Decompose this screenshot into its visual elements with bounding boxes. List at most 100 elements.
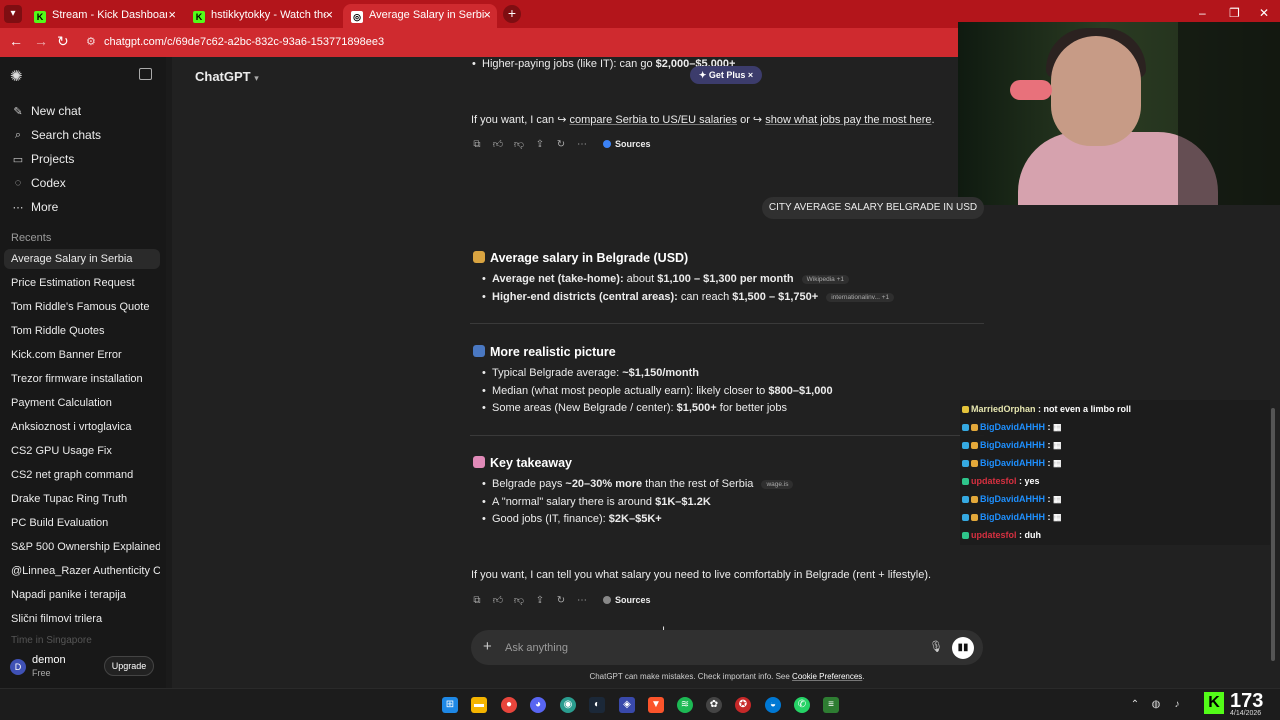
sources-button[interactable]: Sources — [603, 139, 651, 149]
close-tab-icon[interactable]: × — [168, 4, 176, 26]
app-icon[interactable]: ✿ — [706, 697, 722, 713]
chat-item[interactable]: Drake Tupac Ring Truth — [4, 489, 160, 509]
volume-icon[interactable]: ♪ — [1169, 697, 1185, 713]
citation-chip[interactable]: internationalinv... +1 — [826, 293, 895, 302]
chat-item[interactable]: Average Salary in Serbia — [4, 249, 160, 269]
copy-icon[interactable]: ⧉ — [471, 595, 483, 606]
restore-icon[interactable]: ❐ — [1229, 6, 1240, 20]
voice-mode-button[interactable]: ▮▮ — [952, 637, 974, 659]
notes-icon[interactable]: ≡ — [823, 697, 839, 713]
reload-icon[interactable]: ↻ — [57, 33, 69, 50]
get-plus-button[interactable]: ✦ Get Plus × — [690, 66, 762, 84]
upgrade-button[interactable]: Upgrade — [104, 656, 154, 676]
list-item: Belgrade pays ~20–30% more than the rest… — [482, 478, 794, 490]
user-name: demon — [32, 654, 66, 666]
sidebar: ✺ ✎ New chat ⌕ Search chats ▭ Projects ◌ Cod… — [0, 57, 166, 688]
sidebar-toggle-icon[interactable] — [139, 68, 152, 80]
tab-kick-dashboard[interactable]: K Stream - Kick Dashboard × — [26, 4, 182, 28]
chat-item[interactable]: CS2 net graph command — [4, 465, 160, 485]
microphone-icon[interactable]: 🎙︎ — [929, 640, 943, 653]
suggestion-link[interactable]: compare Serbia to US/EU salaries — [570, 114, 738, 126]
sources-button[interactable]: Sources — [603, 595, 651, 605]
arrow-icon: ↪ — [752, 114, 766, 126]
spotify-icon[interactable]: ≋ — [677, 697, 693, 713]
file-explorer-icon[interactable]: ▬ — [471, 697, 487, 713]
share-icon[interactable]: ⇪ — [534, 139, 546, 150]
sidebar-item-codex[interactable]: ◌ Codex — [12, 176, 66, 190]
url-field[interactable]: ⚙ chatgpt.com/c/69de7c62-a2bc-832c-93a6-1… — [86, 32, 956, 52]
sidebar-item-search-chats[interactable]: ⌕ Search chats — [12, 128, 101, 142]
chat-item[interactable]: Napadi panike i terapija — [4, 585, 160, 605]
chat-item[interactable]: Anksioznost i vrtoglavica — [4, 417, 160, 437]
chrome-icon[interactable]: ● — [501, 697, 517, 713]
chat-message: BigDavidAHHH : ▦ — [962, 458, 1062, 469]
thumbs-up-icon[interactable]: 👍︎ — [492, 594, 504, 606]
badge-icon — [962, 496, 969, 503]
main-scrollbar[interactable] — [1271, 408, 1275, 661]
cookie-preferences-link[interactable]: Cookie Preferences — [792, 672, 862, 681]
site-info-icon[interactable]: ⚙ — [86, 32, 98, 52]
brave-icon[interactable]: ▼ — [648, 697, 664, 713]
close-tab-icon[interactable]: × — [483, 4, 491, 26]
citation-chip[interactable]: wage.is — [761, 480, 794, 489]
minimize-icon[interactable]: – — [1199, 6, 1206, 20]
new-tab-button[interactable]: + — [503, 5, 521, 23]
chat-item[interactable]: Trezor firmware installation — [4, 369, 160, 389]
tab-kick-vod[interactable]: Khstikkytokky - Watch the VOD &× — [185, 4, 339, 28]
regenerate-icon[interactable]: ↻ — [555, 139, 567, 150]
chat-item[interactable]: Price Estimation Request — [4, 273, 160, 293]
forward-icon[interactable]: → — [34, 33, 48, 49]
citation-chip[interactable]: Wikipedia +1 — [801, 275, 850, 284]
steam-icon[interactable]: ◐ — [589, 697, 605, 713]
prompt-input[interactable] — [505, 640, 905, 655]
chat-item[interactable]: Kick.com Banner Error — [4, 345, 160, 365]
app-icon[interactable]: ◉ — [560, 697, 576, 713]
chevron-up-icon[interactable]: ⌃ — [1127, 697, 1143, 713]
app-icon[interactable]: ✪ — [735, 697, 751, 713]
windows-start-icon[interactable]: ⊞ — [442, 697, 458, 713]
share-icon[interactable]: ⇪ — [534, 595, 546, 606]
user-menu[interactable]: D demon Free Upgrade — [0, 652, 166, 688]
chat-item[interactable]: Tom Riddle's Famous Quote — [4, 297, 160, 317]
more-icon[interactable]: ⋯ — [576, 595, 588, 606]
sidebar-scrollbar[interactable] — [166, 57, 172, 688]
back-icon[interactable]: ← — [9, 33, 23, 49]
source-favicon-icon — [603, 596, 611, 604]
chat-item[interactable]: Payment Calculation — [4, 393, 160, 413]
chat-item[interactable]: Time in Singapore — [4, 635, 92, 646]
close-window-icon[interactable]: ✕ — [1259, 6, 1269, 20]
chat-item[interactable]: Slični filmovi trilera — [4, 609, 160, 629]
app-icon[interactable]: ◈ — [619, 697, 635, 713]
followup-text: If you want, I can tell you what salary … — [471, 569, 932, 581]
more-icon[interactable]: ⋯ — [576, 139, 588, 150]
suggestion-link[interactable]: show what jobs pay the most here — [765, 114, 931, 126]
chat-item[interactable]: CS2 GPU Usage Fix — [4, 441, 160, 461]
chat-item[interactable]: PC Build Evaluation — [4, 513, 160, 533]
emote-icon: ▦ — [1053, 494, 1062, 504]
model-selector[interactable]: ChatGPT ▾ — [195, 69, 259, 84]
tab-chatgpt[interactable]: ◎ Average Salary in Serbia × — [343, 4, 497, 28]
chat-item[interactable]: Tom Riddle Quotes — [4, 321, 160, 341]
address-bar: ← → ↻ ⚙ chatgpt.com/c/69de7c62-a2bc-832c-… — [0, 28, 960, 57]
kick-viewer-widget: K 173 4/14/2026 — [1200, 690, 1280, 720]
brain-icon — [473, 456, 485, 468]
discord-icon[interactable]: ◕ — [530, 697, 546, 713]
whatsapp-icon[interactable]: ✆ — [794, 697, 810, 713]
plus-icon[interactable]: + — [483, 638, 492, 655]
copy-icon[interactable]: ⧉ — [471, 139, 483, 150]
regenerate-icon[interactable]: ↻ — [555, 595, 567, 606]
tab-search-button[interactable]: ▾ — [4, 5, 22, 23]
thumbs-down-icon[interactable]: 👎︎ — [513, 138, 525, 150]
chat-message: updatesfol : yes — [962, 476, 1040, 486]
thumbs-down-icon[interactable]: 👎︎ — [513, 594, 525, 606]
chat-item[interactable]: S&P 500 Ownership Explained — [4, 537, 160, 557]
edge-icon[interactable]: ◒ — [765, 697, 781, 713]
openai-logo-icon[interactable]: ✺ — [10, 67, 26, 85]
network-icon[interactable]: ◍ — [1148, 697, 1164, 713]
thumbs-up-icon[interactable]: 👍︎ — [492, 138, 504, 150]
chat-item[interactable]: @Linnea_Razer Authenticity Check — [4, 561, 160, 581]
sidebar-item-new-chat[interactable]: ✎ New chat — [12, 104, 81, 118]
sidebar-item-projects[interactable]: ▭ Projects — [12, 152, 75, 166]
close-tab-icon[interactable]: × — [325, 4, 333, 26]
sidebar-item-more[interactable]: ⋯ More — [12, 200, 59, 214]
